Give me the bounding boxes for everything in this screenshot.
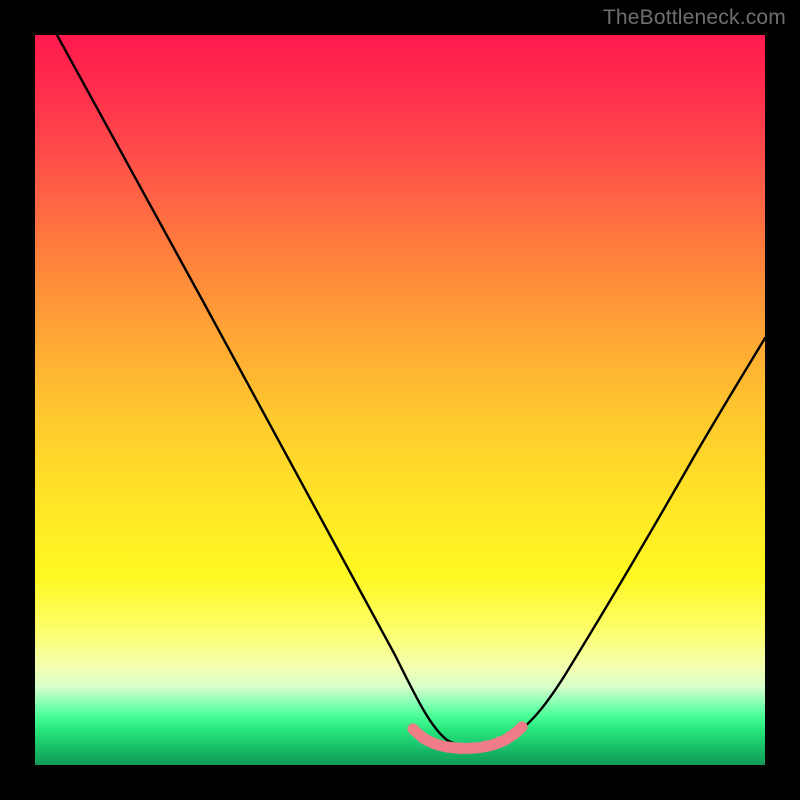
curve-layer xyxy=(35,35,765,765)
valley-highlight-overlay xyxy=(413,727,522,748)
chart-frame: TheBottleneck.com xyxy=(0,0,800,800)
watermark-text: TheBottleneck.com xyxy=(603,6,786,30)
bottleneck-curve xyxy=(57,35,765,746)
plot-area xyxy=(35,35,765,765)
